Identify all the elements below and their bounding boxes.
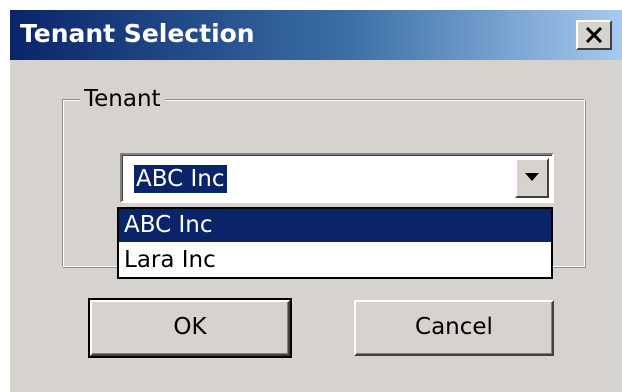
ok-button[interactable]: OK xyxy=(88,298,292,358)
list-item-abc-inc[interactable]: ABC Inc xyxy=(119,209,551,242)
dropdown-arrow-button[interactable] xyxy=(515,158,549,198)
tenant-dropdown-list: ABC Inc Lara Inc xyxy=(117,207,553,279)
combobox-selected-value: ABC Inc xyxy=(134,165,227,193)
chevron-down-icon xyxy=(525,173,539,181)
cancel-button[interactable]: Cancel xyxy=(354,300,554,356)
title-bar[interactable]: Tenant Selection xyxy=(10,10,622,60)
close-button[interactable] xyxy=(576,20,612,50)
window-title: Tenant Selection xyxy=(20,19,255,48)
tenant-selection-dialog: Tenant Selection Tenant ABC Inc ABC Inc … xyxy=(10,10,622,392)
list-item-lara-inc[interactable]: Lara Inc xyxy=(119,244,551,277)
tenant-combobox[interactable]: ABC Inc xyxy=(120,153,554,203)
close-icon xyxy=(585,27,603,43)
tenant-group-label: Tenant xyxy=(80,86,165,112)
